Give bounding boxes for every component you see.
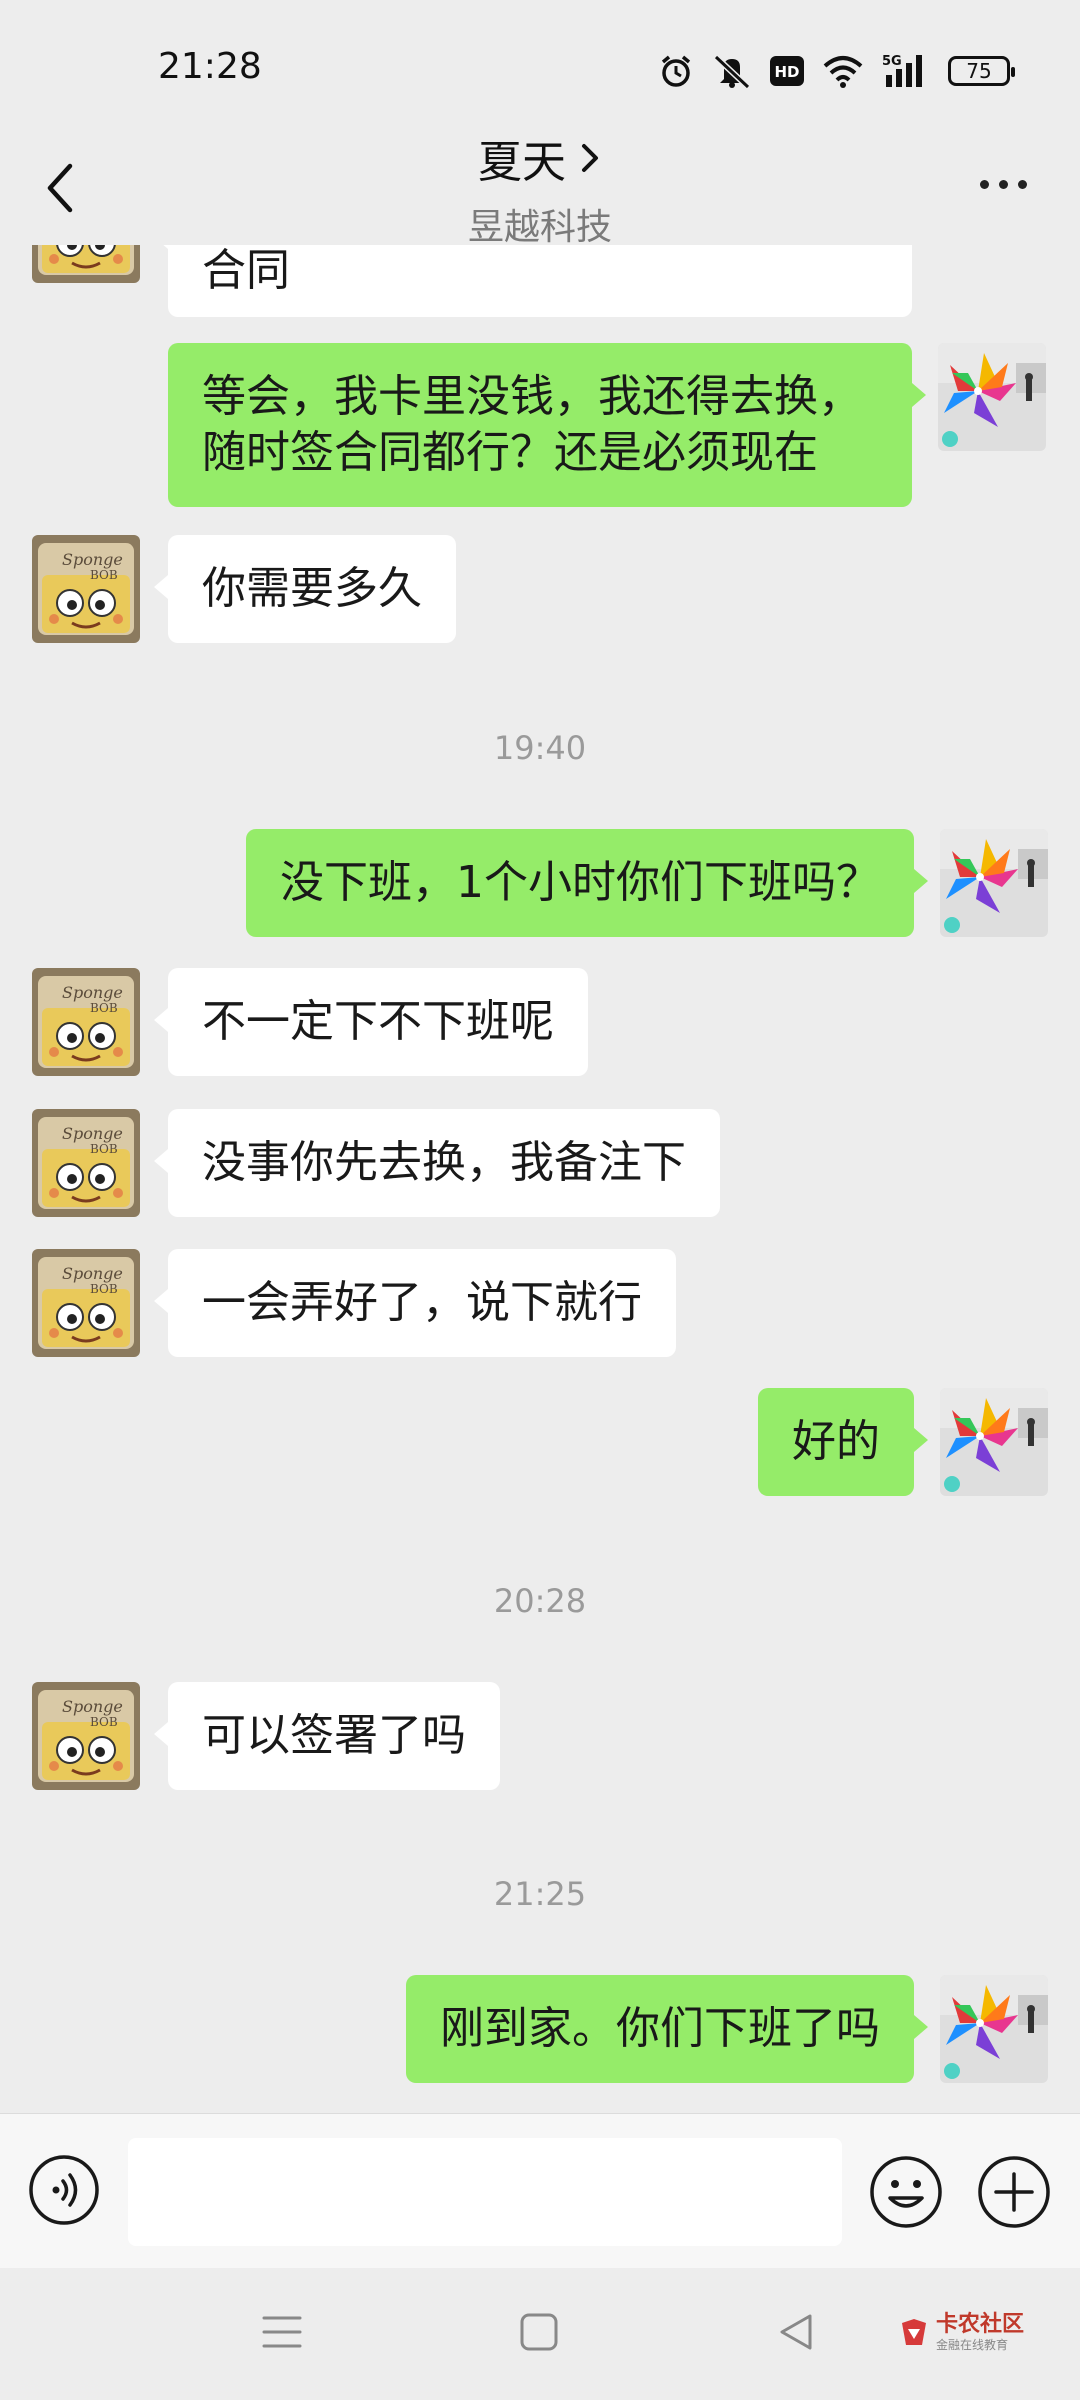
message-incoming: 不一定下不下班呢: [32, 968, 588, 1076]
svg-text:HD: HD: [774, 63, 799, 81]
voice-button[interactable]: [28, 2154, 100, 2226]
svg-text:5G: 5G: [882, 54, 902, 69]
system-nav-bar: 卡农社区 金融在线教育: [0, 2268, 1080, 2400]
contact-avatar[interactable]: [32, 1249, 140, 1357]
voice-icon: [29, 2155, 99, 2225]
watermark-sub: 金融在线教育: [936, 2338, 1009, 2352]
message-outgoing: 刚到家。你们下班了吗: [406, 1975, 1048, 2083]
message-incoming: 合同: [154, 245, 912, 317]
message-timestamp: 20:28: [493, 1582, 587, 1620]
more-dot: [999, 179, 1008, 189]
title-group: 夏天 昱越科技: [0, 120, 1080, 250]
watermark-text: 卡农社区 金融在线教育: [936, 2312, 1025, 2352]
my-avatar[interactable]: [938, 343, 1046, 451]
home-square-icon[interactable]: [519, 2312, 559, 2352]
mute-icon: [713, 54, 751, 89]
watermark: 卡农社区 金融在线教育: [898, 2314, 1024, 2351]
message-bubble[interactable]: 刚到家。你们下班了吗: [406, 1975, 928, 2083]
message-bubble[interactable]: 不一定下不下班呢: [154, 968, 588, 1076]
message-bubble[interactable]: 你需要多久: [154, 535, 456, 643]
chat-title-button[interactable]: 夏天: [478, 126, 602, 190]
message-outgoing: 好的: [758, 1388, 1048, 1496]
more-dot: [1018, 179, 1027, 189]
contact-avatar[interactable]: [32, 968, 140, 1076]
alarm-icon: [661, 55, 691, 87]
status-icons: HD 5G 75: [658, 48, 1015, 94]
my-avatar[interactable]: [940, 1388, 1048, 1496]
message-bubble[interactable]: 一会弄好了，说下就行: [154, 1249, 676, 1357]
more-actions-button[interactable]: [976, 2154, 1052, 2230]
back-triangle-icon[interactable]: [776, 2312, 816, 2352]
signal-icon: 5G: [882, 54, 922, 87]
contact-avatar[interactable]: [32, 1682, 140, 1790]
chevron-right-icon: [582, 144, 598, 172]
input-bar: [0, 2113, 1080, 2269]
message-outgoing: 没下班，1个小时你们下班吗？: [246, 829, 1048, 937]
watermark-main: 卡农社区: [936, 2312, 1025, 2337]
emoji-icon: [870, 2156, 942, 2228]
message-bubble[interactable]: 好的: [758, 1388, 928, 1496]
message-bubble[interactable]: 可以签署了吗: [154, 1682, 500, 1790]
wifi-icon: [823, 56, 863, 88]
message-incoming: 没事你先去换，我备注下: [32, 1109, 720, 1217]
battery-icon: 75: [948, 56, 1015, 86]
chat-header: 夏天 昱越科技: [0, 120, 1080, 248]
contact-avatar[interactable]: [32, 535, 140, 643]
status-time: 21:28: [158, 46, 262, 87]
message-outgoing: 等会，我卡里没钱，我还得去换，随时签合同都行？还是必须现在: [168, 343, 1046, 507]
hd-icon: HD: [770, 56, 804, 86]
chat-message-list[interactable]: 合同 等会，我卡里没钱，我还得去换，随时签合同都行？还是必须现在 你需要多久 1…: [0, 245, 1080, 2113]
status-bar: 21:28 HD 5G 75: [0, 0, 1080, 140]
contact-avatar[interactable]: [32, 1109, 140, 1217]
message-incoming: 可以签署了吗: [32, 1682, 500, 1790]
plus-icon: [978, 2156, 1050, 2228]
contact-avatar[interactable]: [32, 245, 140, 283]
message-bubble[interactable]: 没下班，1个小时你们下班吗？: [246, 829, 928, 937]
my-avatar[interactable]: [940, 1975, 1048, 2083]
message-bubble[interactable]: 没事你先去换，我备注下: [154, 1109, 720, 1217]
message-incoming: [32, 245, 140, 283]
my-avatar[interactable]: [940, 829, 1048, 937]
emoji-button[interactable]: [868, 2154, 944, 2230]
message-input[interactable]: [128, 2138, 842, 2246]
message-timestamp: 19:40: [493, 729, 587, 767]
chat-title: 夏天: [478, 137, 566, 188]
watermark-logo-icon: [902, 2318, 926, 2345]
more-button[interactable]: [980, 174, 1040, 194]
message-timestamp: 21:25: [493, 1875, 587, 1913]
message-bubble[interactable]: 等会，我卡里没钱，我还得去换，随时签合同都行？还是必须现在: [168, 343, 926, 507]
message-incoming: 一会弄好了，说下就行: [32, 1249, 676, 1357]
more-dot: [980, 179, 989, 189]
menu-icon[interactable]: [262, 2312, 302, 2352]
message-bubble[interactable]: 合同: [154, 245, 912, 317]
chat-subtitle: 昱越科技: [467, 207, 612, 248]
message-incoming: 你需要多久: [32, 535, 456, 643]
